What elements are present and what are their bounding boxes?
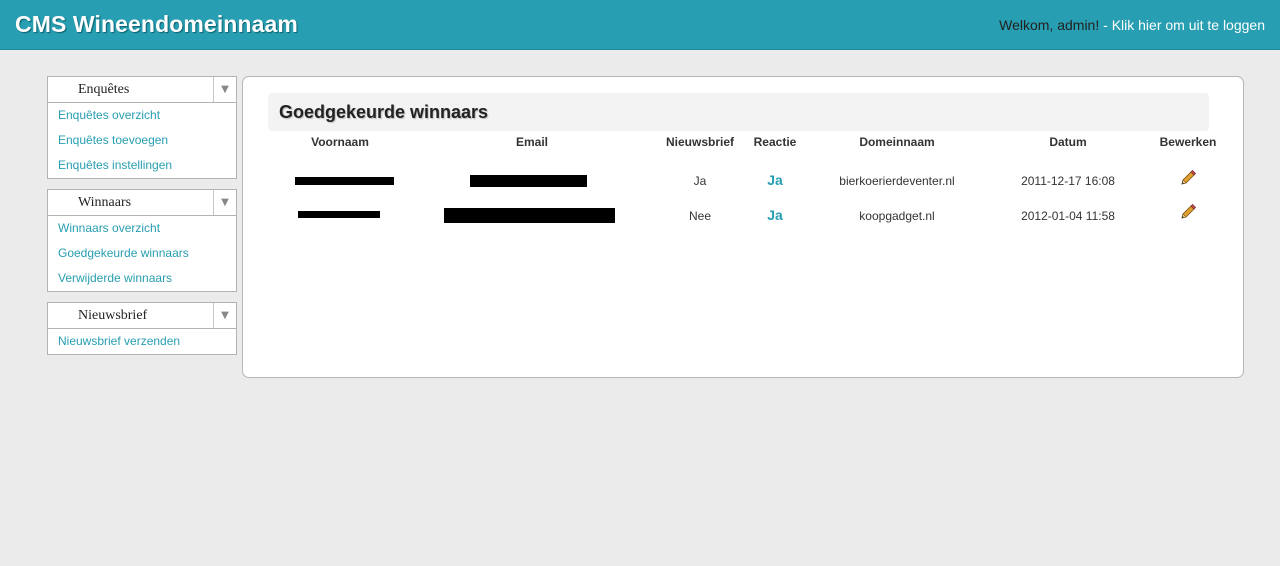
page-title: Goedgekeurde winnaars (279, 102, 489, 122)
triangle-down-icon[interactable]: ▼ (213, 190, 236, 215)
redacted-voornaam (298, 211, 380, 218)
col-header-bewerken: Bewerken (1159, 135, 1217, 149)
redacted-voornaam (295, 177, 394, 185)
menu-header-label: Winnaars (78, 195, 132, 210)
redacted-email (470, 175, 587, 187)
logout-link[interactable]: Klik hier om uit te loggen (1112, 17, 1265, 33)
pencil-icon[interactable] (1179, 169, 1197, 187)
triangle-down-icon[interactable]: ▼ (213, 77, 236, 102)
menu-section-winnaars: Winnaars ▼ Winnaars overzicht Goedgekeur… (47, 189, 237, 292)
cell-nieuwsbrief: Nee (688, 209, 711, 223)
col-header-datum: Datum (1049, 135, 1087, 149)
col-header-email: Email (515, 135, 548, 149)
cell-domeinnaam: bierkoerierdeventer.nl (839, 174, 955, 188)
content-panel: Goedgekeurde winnaars Voornaam Email Nie… (242, 76, 1244, 378)
top-bar: CMS Wineendomeinnaam Welkom, admin! - Kl… (0, 0, 1280, 50)
menu-section-nieuwsbrief: Nieuwsbrief ▼ Nieuwsbrief verzenden (47, 302, 237, 355)
cell-datum: 2011-12-17 16:08 (1021, 174, 1115, 188)
cell-reactie[interactable]: Ja (740, 207, 810, 223)
col-header-nieuwsbrief: Nieuwsbrief (665, 135, 734, 149)
menu-header-label: Enquêtes (78, 82, 130, 97)
menu-item-enquetes-instellingen[interactable]: Enquêtes instellingen (48, 153, 236, 178)
menu-item-enquetes-overzicht[interactable]: Enquêtes overzicht (48, 103, 236, 128)
cell-datum: 2012-01-04 11:58 (1021, 209, 1115, 223)
cell-nieuwsbrief: Ja (693, 174, 707, 188)
menu-item-verwijderde-winnaars[interactable]: Verwijderde winnaars (48, 266, 236, 291)
cell-reactie[interactable]: Ja (740, 172, 810, 188)
menu-item-nieuwsbrief-verzenden[interactable]: Nieuwsbrief verzenden (48, 329, 236, 354)
col-header-reactie: Reactie (753, 135, 797, 149)
col-header-domeinnaam: Domeinnaam (859, 135, 935, 149)
menu-item-goedgekeurde-winnaars[interactable]: Goedgekeurde winnaars (48, 241, 236, 266)
cell-domeinnaam: koopgadget.nl (859, 209, 935, 223)
user-bar: Welkom, admin! - Klik hier om uit te log… (999, 17, 1265, 33)
menu-header-enquetes[interactable]: Enquêtes ▼ (48, 77, 236, 103)
separator: - (1099, 17, 1112, 33)
redacted-email (444, 208, 615, 223)
menu-item-enquetes-toevoegen[interactable]: Enquêtes toevoegen (48, 128, 236, 153)
pencil-icon[interactable] (1179, 203, 1197, 221)
app-title: CMS Wineendomeinnaam (15, 11, 298, 37)
menu-section-enquetes: Enquêtes ▼ Enquêtes overzicht Enquêtes t… (47, 76, 237, 179)
col-header-voornaam: Voornaam (311, 135, 369, 149)
menu-header-winnaars[interactable]: Winnaars ▼ (48, 190, 236, 216)
menu-header-nieuwsbrief[interactable]: Nieuwsbrief ▼ (48, 303, 236, 329)
triangle-down-icon[interactable]: ▼ (213, 303, 236, 328)
content-header: Goedgekeurde winnaars (268, 93, 1209, 131)
menu-header-label: Nieuwsbrief (78, 308, 148, 323)
sidebar: Enquêtes ▼ Enquêtes overzicht Enquêtes t… (47, 76, 237, 365)
menu-item-winnaars-overzicht[interactable]: Winnaars overzicht (48, 216, 236, 241)
welcome-text: Welkom, admin! (999, 17, 1100, 33)
